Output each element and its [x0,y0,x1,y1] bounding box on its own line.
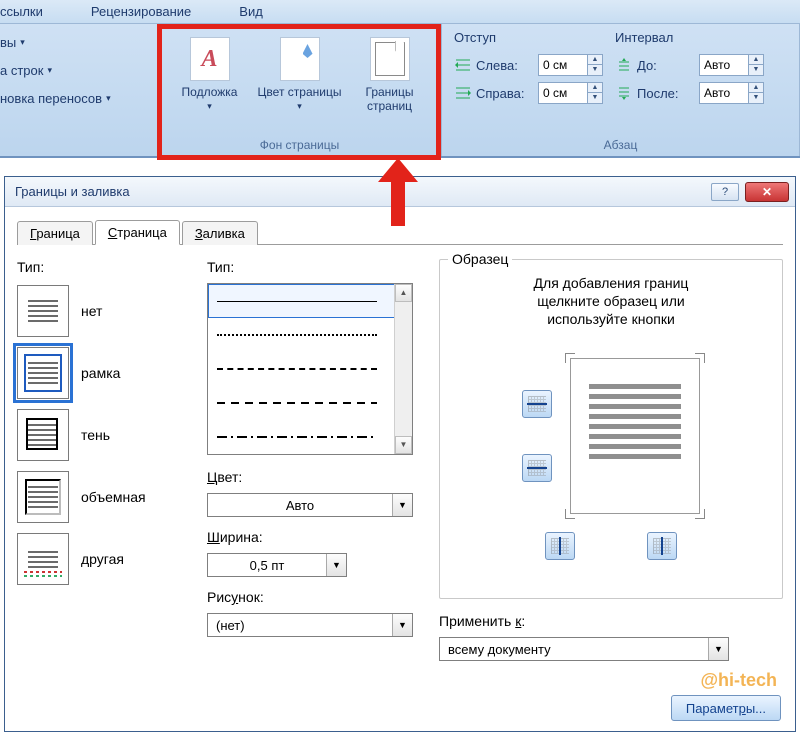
edge-top-button[interactable] [522,390,552,418]
indent-right-row: Справа: 0 см ▲▼ [454,82,603,104]
ribbon-tab-review[interactable]: Рецензирование [91,4,191,19]
preview-fieldset: Образец Для добавления границ щелкните о… [439,259,783,599]
dialog-tabs: Граница Страница Заливка [17,217,783,245]
spinner-down-icon[interactable]: ▼ [588,93,602,103]
trunc-row-1[interactable]: вы▾ [0,28,151,56]
setting-none[interactable]: нет [17,285,193,337]
edge-left-button[interactable] [545,532,575,560]
style-scrollbar[interactable]: ▲ ▼ [394,284,412,454]
setting-label: Тип: [17,259,193,275]
dropdown-icon[interactable]: ▼ [326,554,346,576]
style-dotted[interactable] [208,318,412,352]
ribbon-group-page-background: Подложка ▾ Цвет страницы ▾ Границы стран… [158,24,442,156]
scroll-up-icon[interactable]: ▲ [395,284,412,302]
page-borders-icon [370,37,410,81]
help-button[interactable]: ? [711,183,739,201]
spacing-after-row: После: Авто ▲▼ [615,82,764,104]
close-button[interactable]: ✕ [745,182,789,202]
group-label-page-background: Фон страницы [164,136,435,156]
preview-legend: Образец [448,251,512,267]
tab-page[interactable]: Страница [95,220,180,245]
style-solid[interactable] [208,284,412,318]
spacing-after-icon [615,85,633,101]
ribbon: вы▾ а строк▾ новка переносов▾ Подложка ▾ [0,24,800,158]
dropdown-icon[interactable]: ▼ [708,638,728,660]
style-listbox[interactable]: ▲ ▼ [207,283,413,455]
dropdown-icon: ▾ [47,65,52,76]
group-label-paragraph: Абзац [448,136,793,156]
style-column: Тип: ▲ ▼ Цвет: Авто ▼ [207,259,425,673]
setting-shadow[interactable]: тень [17,409,193,461]
spacing-after-spinner[interactable]: Авто ▲▼ [699,82,764,104]
page-color-icon [280,37,320,81]
ribbon-group-paragraph: Отступ Слева: 0 см ▲▼ Справа: 0 см ▲▼ [442,24,800,156]
apply-label: Применить к: [439,613,783,629]
style-dashed[interactable] [208,386,412,420]
spinner-up-icon[interactable]: ▲ [588,83,602,93]
setting-3d[interactable]: объемная [17,471,193,523]
preview-column: Образец Для добавления границ щелкните о… [439,259,783,673]
trunc-row-3[interactable]: новка переносов▾ [0,84,151,112]
setting-column: Тип: нет рамка тень объемная [17,259,193,673]
spinner-down-icon[interactable]: ▼ [588,65,602,75]
width-label: Ширина: [207,529,425,545]
group-label [0,136,151,156]
options-button[interactable]: Параметры... [671,695,781,721]
dropdown-icon: ▾ [20,37,25,48]
spinner-up-icon[interactable]: ▲ [588,55,602,65]
dropdown-icon: ▾ [167,99,253,113]
watermark-icon [190,37,230,81]
dialog-title: Границы и заливка [15,184,130,199]
dropdown-icon: ▾ [106,93,111,104]
indent-left-spinner[interactable]: 0 см ▲▼ [538,54,603,76]
scroll-down-icon[interactable]: ▼ [395,436,412,454]
style-dash-dot[interactable] [208,420,412,454]
preview-hint: Для добавления границ щелкните образец и… [450,274,772,328]
spinner-up-icon[interactable]: ▲ [749,55,763,65]
trunc-row-2[interactable]: а строк▾ [0,56,151,84]
ribbon-group-truncated: вы▾ а строк▾ новка переносов▾ [0,24,158,156]
edge-right-button[interactable] [647,532,677,560]
tab-shading[interactable]: Заливка [182,221,258,245]
style-label: Тип: [207,259,425,275]
indent-right-icon [454,85,472,101]
apply-to-combo[interactable]: всему документу ▼ [439,637,729,661]
edge-bottom-button[interactable] [522,454,552,482]
art-label: Рисунок: [207,589,425,605]
page-color-button[interactable]: Цвет страницы ▾ [256,34,344,116]
spinner-down-icon[interactable]: ▼ [749,93,763,103]
indent-title: Отступ [454,30,603,45]
dropdown-icon[interactable]: ▼ [392,494,412,516]
indent-left-icon [454,57,472,73]
dropdown-icon: ▾ [257,99,343,113]
spacing-before-row: До: Авто ▲▼ [615,54,764,76]
preview-page[interactable] [570,358,700,514]
style-dashed-fine[interactable] [208,352,412,386]
indent-left-row: Слева: 0 см ▲▼ [454,54,603,76]
indent-right-spinner[interactable]: 0 см ▲▼ [538,82,603,104]
dialog-titlebar[interactable]: Границы и заливка ? ✕ [5,177,795,207]
spacing-before-spinner[interactable]: Авто ▲▼ [699,54,764,76]
ribbon-tab-references[interactable]: ссылки [0,4,43,19]
page-borders-button[interactable]: Границы страниц [346,34,434,116]
dropdown-icon[interactable]: ▼ [392,614,412,636]
ribbon-tab-view[interactable]: Вид [239,4,263,19]
setting-box[interactable]: рамка [17,347,193,399]
color-combo[interactable]: Авто ▼ [207,493,413,517]
watermark-button[interactable]: Подложка ▾ [166,34,254,116]
spinner-down-icon[interactable]: ▼ [749,65,763,75]
spinner-up-icon[interactable]: ▲ [749,83,763,93]
width-combo[interactable]: 0,5 пт ▼ [207,553,347,577]
spacing-title: Интервал [615,30,764,45]
watermark-text: @hi-tech [700,670,777,691]
setting-custom[interactable]: другая [17,533,193,585]
art-combo[interactable]: (нет) ▼ [207,613,413,637]
tab-border[interactable]: Граница [17,221,93,245]
borders-shading-dialog: Границы и заливка ? ✕ Граница Страница З… [4,176,796,732]
spacing-before-icon [615,57,633,73]
ribbon-tabs: ссылки Рецензирование Вид [0,0,800,24]
color-label: Цвет: [207,469,425,485]
